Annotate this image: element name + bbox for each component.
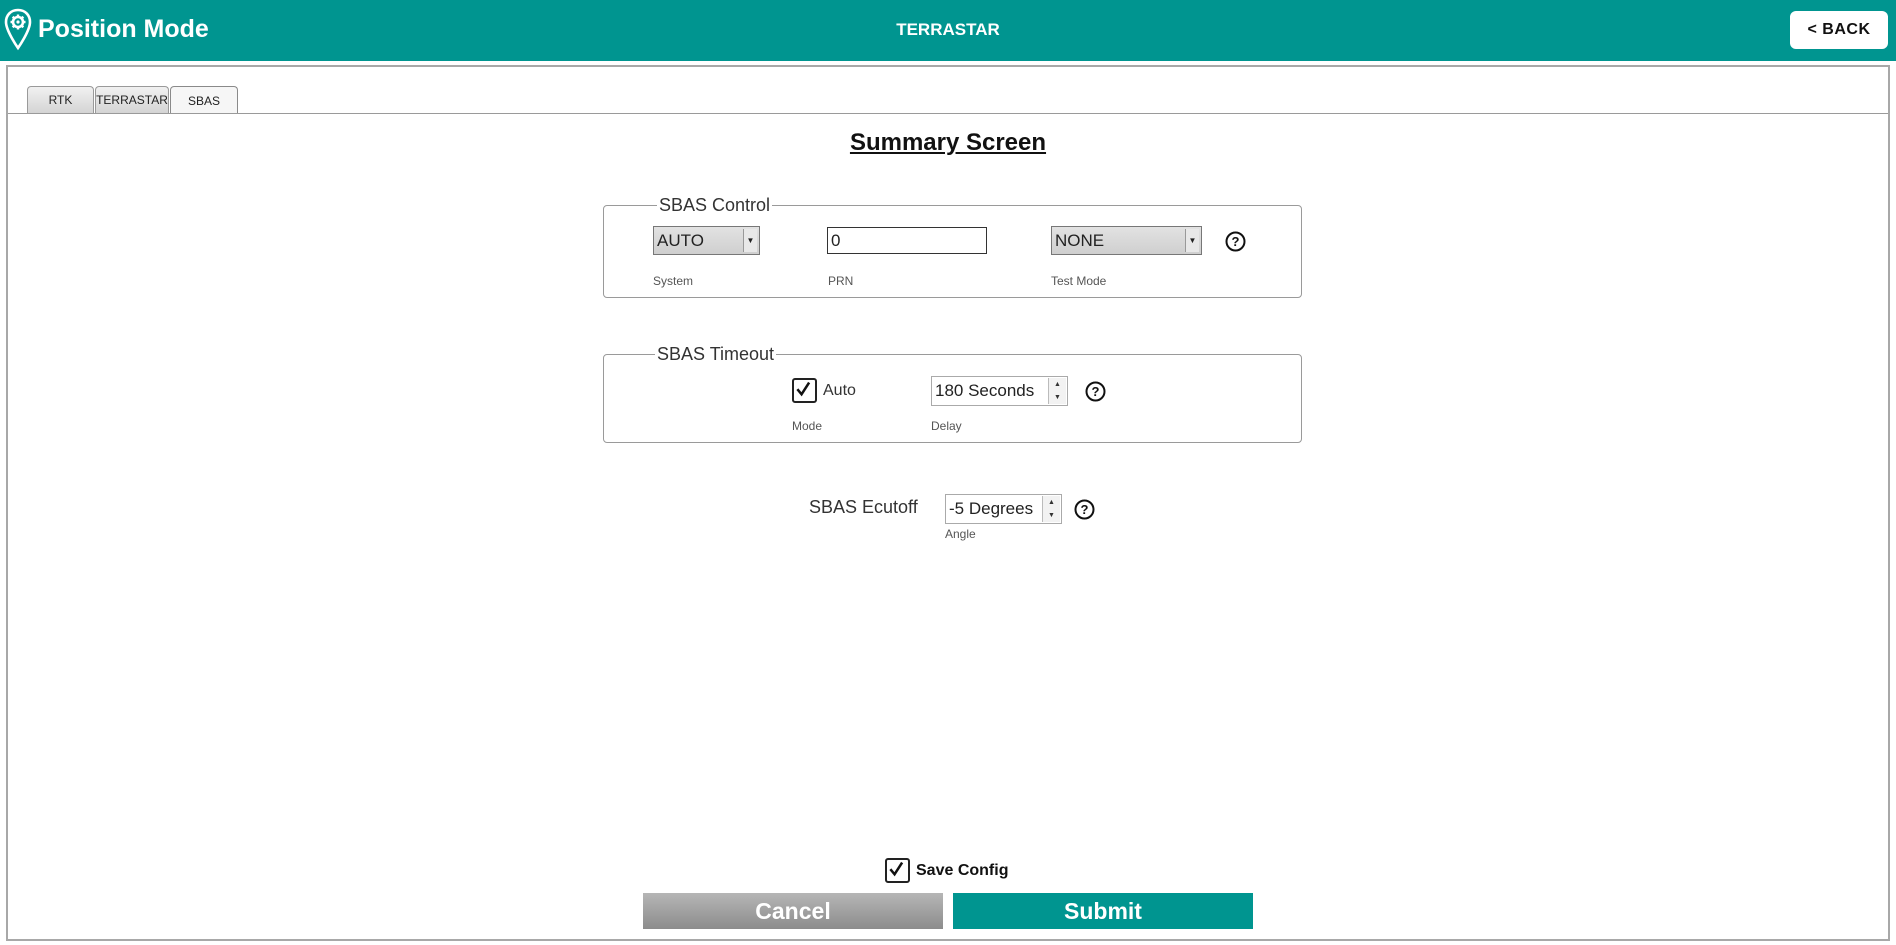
app-header: Position Mode TERRASTAR < BACK [0,0,1896,61]
mode-caption: Mode [792,419,823,433]
sbas-ecutoff-label: SBAS Ecutoff [809,497,918,517]
sbas-timeout-legend: SBAS Timeout [655,344,777,365]
arrow-down-icon[interactable]: ▼ [1054,394,1061,401]
back-button[interactable]: < BACK [1790,11,1888,49]
help-circle-icon[interactable]: ? [1085,381,1106,402]
submit-button[interactable]: Submit [953,893,1253,929]
svg-text:?: ? [1081,502,1089,517]
system-select-value: AUTO [657,230,704,250]
sbas-control-legend: SBAS Control [657,195,773,216]
delay-spinbox[interactable]: 180 Seconds ▲ ▼ [931,376,1068,406]
prn-caption: PRN [828,274,854,288]
ecutoff-angle-stepper[interactable]: ▲ ▼ [1042,496,1060,522]
header-mode-title: TERRASTAR [896,20,1000,39]
test-mode-select[interactable]: NONE ▼ [1051,226,1202,255]
tab-sbas[interactable]: SBAS [170,86,238,114]
auto-mode-label: Auto [823,382,856,399]
svg-text:?: ? [1092,384,1100,399]
svg-text:?: ? [1232,234,1240,249]
chevron-down-icon[interactable]: ▼ [1185,229,1199,252]
system-caption: System [653,274,694,288]
save-config-label: Save Config [916,862,1009,879]
delay-value: 180 Seconds [935,381,1035,400]
ecutoff-angle-spinbox[interactable]: -5 Degrees ▲ ▼ [945,494,1062,524]
page-title: Summary Screen [849,129,1047,156]
delay-stepper[interactable]: ▲ ▼ [1048,378,1066,404]
checkmark-icon [796,381,811,397]
tab-divider [8,113,1888,114]
system-select[interactable]: AUTO ▼ [653,226,760,255]
help-circle-icon[interactable]: ? [1074,499,1095,520]
delay-caption: Delay [931,419,962,433]
angle-caption: Angle [945,527,976,541]
save-config-checkbox[interactable] [885,858,910,883]
help-circle-icon[interactable]: ? [1225,231,1246,252]
test-mode-caption: Test Mode [1051,274,1107,288]
auto-mode-checkbox[interactable] [792,378,817,403]
chevron-down-icon[interactable]: ▼ [743,229,757,252]
prn-input[interactable]: 0 [827,227,987,254]
ecutoff-angle-value: -5 Degrees [949,499,1034,518]
arrow-up-icon[interactable]: ▲ [1054,381,1061,388]
arrow-up-icon[interactable]: ▲ [1048,499,1055,506]
checkmark-icon [889,861,904,877]
tab-terrastar[interactable]: TERRASTAR [95,86,169,113]
test-mode-select-value: NONE [1055,230,1105,250]
arrow-down-icon[interactable]: ▼ [1048,512,1055,519]
cancel-button[interactable]: Cancel [643,893,943,929]
tab-rtk[interactable]: RTK [27,86,94,113]
